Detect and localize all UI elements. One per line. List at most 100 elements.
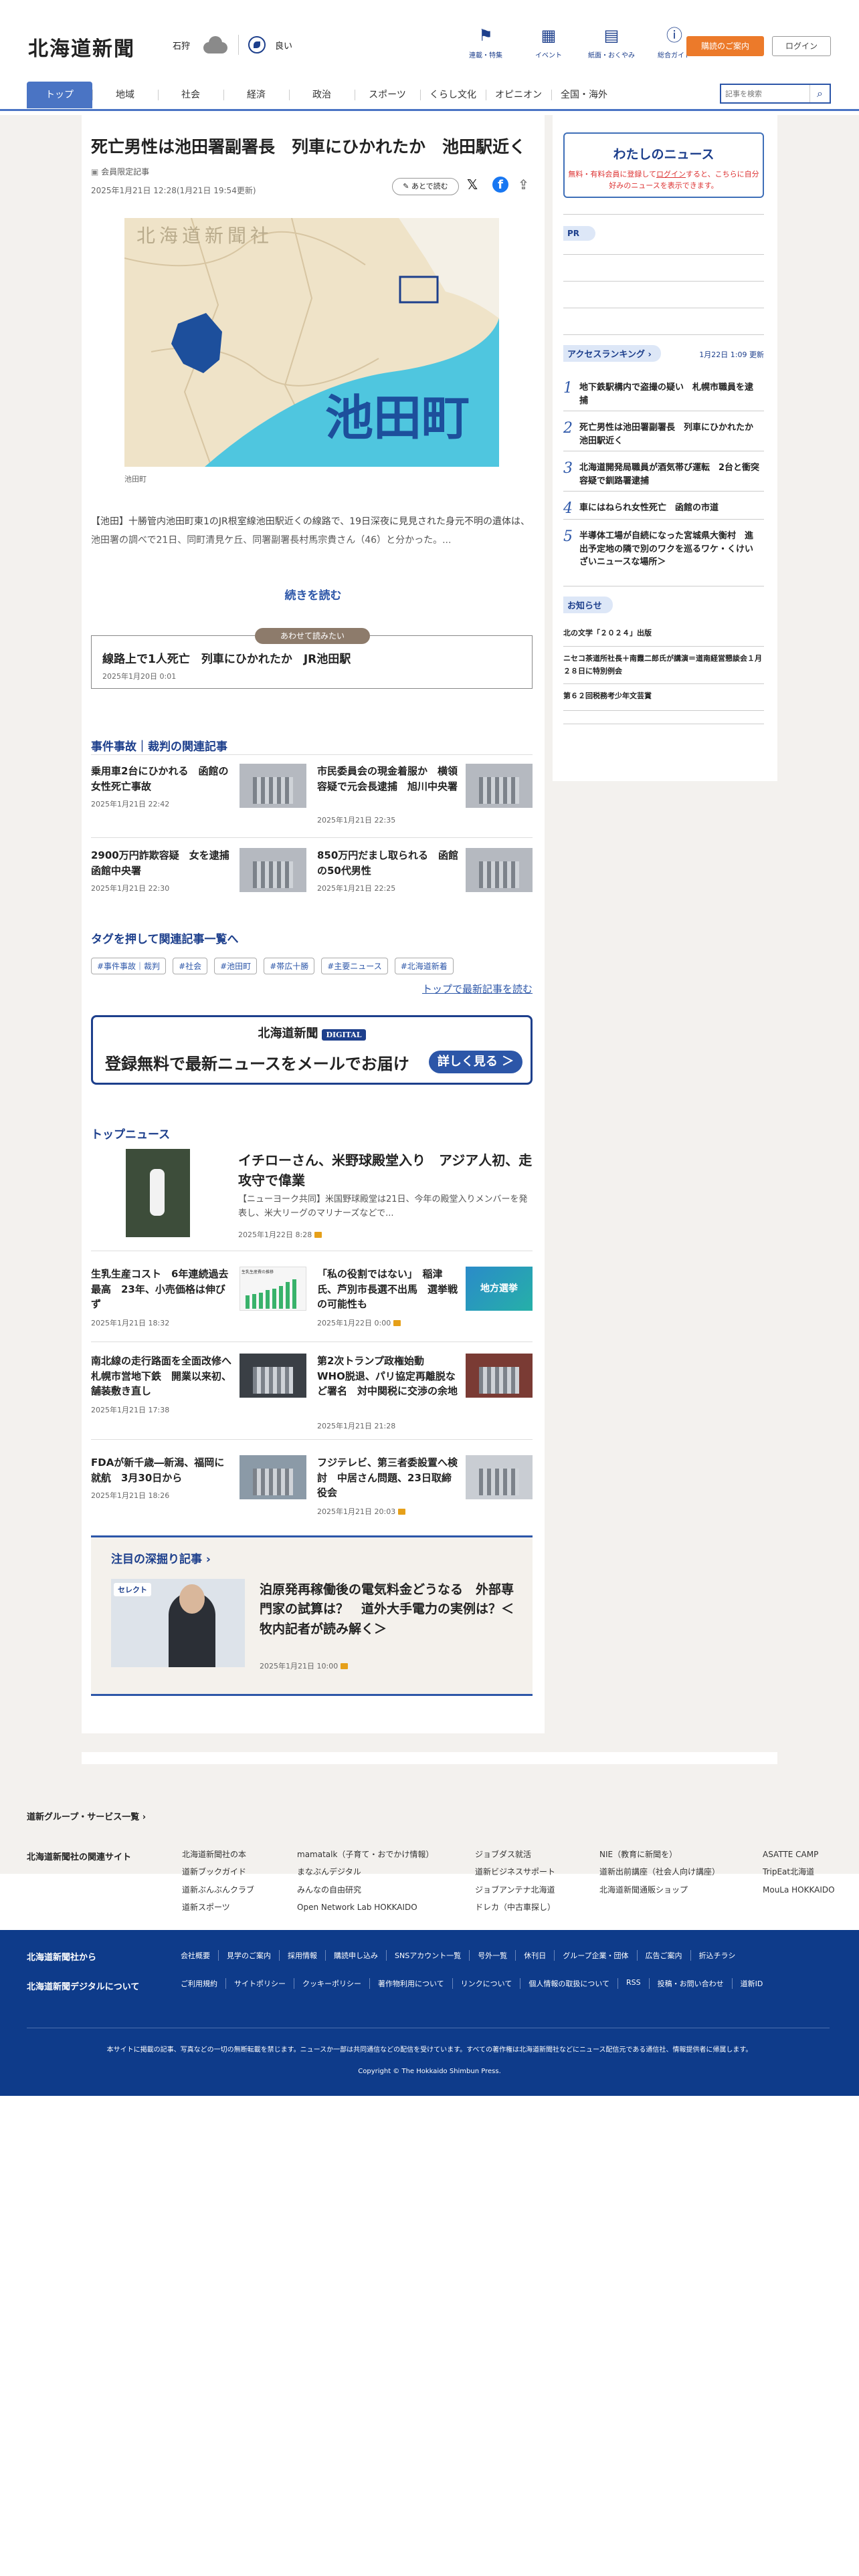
recommended-article[interactable]: あわせて読みたい 線路上で1人死亡 列車にひかれたか JR池田駅 2025年1月… [91, 628, 533, 689]
notice-item[interactable]: 第６２回税務考少年文芸賞 [563, 690, 764, 703]
footer-digital-title: 北海道新聞デジタルについて [27, 1982, 140, 1992]
divider [563, 254, 764, 255]
tag-chip[interactable]: #池田町 [214, 958, 258, 974]
tag-chip[interactable]: #社会 [173, 958, 208, 974]
login-button[interactable]: ログイン [772, 36, 831, 56]
site-footer: 北海道新聞社から 会社概要 見学のご案内 採用情報 購読申し込み SNSアカウント一覧号… [0, 1930, 859, 2096]
header-icon-links: ⚑ 連載・特集 ▦ イベント ▤ 紙面・おくやみ ⓘ 総合ガイド [462, 25, 698, 60]
my-news-box: わたしのニュース 無料・有料会員に登録してログインすると、こちらに自分好みのニュ… [563, 132, 764, 198]
nav-tab-national-world[interactable]: 全国・海外 [551, 82, 617, 108]
header-link-series[interactable]: ⚑ 連載・特集 [462, 25, 510, 60]
newsletter-banner[interactable]: 北海道新聞 DIGITAL 登録無料で最新ニュースをメールでお届け 詳しく見る ＞ [91, 1015, 533, 1085]
search-input[interactable] [721, 85, 809, 102]
divider [91, 837, 533, 838]
related-sites-col: ASATTE CAMP TripEat北海道 MouLa HOKKAIDO [763, 1850, 835, 1895]
subway-thumbnail [240, 1354, 306, 1398]
group-services-link[interactable]: 道新グループ・サービス一覧 › [27, 1810, 146, 1822]
search-icon[interactable]: ⌕ [809, 85, 830, 102]
featured-deep-dive[interactable]: 注目の深掘り記事 › セレクト 泊原発再稼働後の電気料金どうなる 外部専門家の試… [91, 1535, 533, 1696]
header-link-events[interactable]: ▦ イベント [524, 25, 573, 60]
pr-label: PR [563, 226, 595, 241]
nav-tab-region[interactable]: 地域 [92, 82, 158, 108]
ranking-item[interactable]: 5 半導体工場が自続になった宮城県大衡村 進出予定地の隣で別のワクを巡るワケ・くけ… [563, 528, 764, 575]
ranking-item[interactable]: 4 車にはねられ女性死亡 函館の市道 [563, 500, 764, 520]
article-map-image: 北海道新聞社 池田町 [124, 218, 499, 467]
nav-tab-sports[interactable]: スポーツ [355, 82, 420, 108]
trump-thumbnail [466, 1354, 533, 1398]
divider [563, 710, 764, 711]
footer-company-links: 会社概要 見学のご案内 採用情報 購読申し込み SNSアカウント一覧 号外一覧 休刊日 グルー… [181, 1950, 830, 1961]
top-news-item[interactable]: 「私の役割ではない」 稲津氏、芦別市長選不出馬 選挙戦の可能性も 2025年1月… [317, 1267, 533, 1327]
top-news-item[interactable]: 生乳生産コスト 6年連続過去最高 23年、小売価格は伸びず 2025年1月21日… [91, 1267, 306, 1327]
article-date: 2025年1月21日 12:28(1月21日 19:54更新) [91, 186, 256, 195]
divider [563, 214, 764, 215]
notice-item[interactable]: 北の文学「２０２４」出版 [563, 627, 764, 640]
chart-thumbnail-bars [246, 1279, 296, 1309]
notice-item[interactable]: ニセコ茶道所社長＋南霞二郎氏が講演＝道南経営懇談会１月２８日に特別例会 [563, 653, 764, 677]
newspaper-icon: ▤ [603, 26, 619, 45]
divider [91, 1341, 533, 1342]
tag-chip[interactable]: #主要ニュース [321, 958, 388, 974]
select-logo: セレクト [114, 1583, 151, 1596]
related-item[interactable]: 乗用車2台にひかれる 函館の女性死亡事故 2025年1月21日 22:42 [91, 764, 306, 824]
tag-chip[interactable]: #北海道新着 [394, 958, 454, 974]
building-thumbnail [466, 1455, 533, 1499]
divider [91, 1439, 533, 1440]
nav-tab-opinion[interactable]: オピニオン [486, 82, 551, 108]
ranking-title[interactable]: アクセスランキング › [563, 345, 661, 362]
article-title: 死亡男性は池田署副署長 列車にひかれたか 池田駅近く [91, 137, 527, 156]
top-news-item[interactable]: FDAが新千歳―新潟、福岡に就航 3月30日から 2025年1月21日 18:2… [91, 1455, 306, 1515]
divider [563, 519, 764, 520]
related-item[interactable]: 市民委員会の現金着服か 横領容疑で元会長逮捕 旭川中央署 2025年1月21日 … [317, 764, 533, 825]
chevron-right-icon: › [142, 1812, 147, 1822]
deep-dive-photo: セレクト [111, 1579, 245, 1667]
top-news-item[interactable]: フジテレビ、第三者委設置へ検討 中居さん問題、23日取締役会 2025年1月21… [317, 1455, 533, 1516]
site-logo[interactable]: 北海道新聞 [28, 32, 135, 62]
tag-chip[interactable]: #事件事故｜裁判 [91, 958, 167, 974]
banner-logo: 北海道新聞 DIGITAL [93, 1024, 531, 1041]
my-news-login-link[interactable]: ログイン [656, 170, 686, 179]
recommend-tag: あわせて読みたい [255, 628, 370, 644]
nav-tab-economy[interactable]: 経済 [223, 82, 289, 108]
top-news-item[interactable]: 南北線の走行路面を全面改修へ 札幌市営地下鉄 開業以来初、舗装敷き直し 2025… [91, 1354, 306, 1427]
my-news-text: 無料・有料会員に登録してログインすると、こちらに自分好みのニュースを表示できます… [568, 170, 759, 190]
copyright: Copyright © The Hokkaido Shimbun Press. [358, 2068, 501, 2075]
x-share-icon[interactable]: 𝕏 [467, 177, 478, 193]
read-later-button[interactable]: ✎ あとで読む [392, 178, 459, 195]
notice-heading: お知らせ [563, 597, 613, 613]
nav-tab-politics[interactable]: 政治 [289, 82, 355, 108]
related-heading[interactable]: 事件事故｜裁判の関連記事 [91, 737, 227, 754]
tag-chip[interactable]: #帯広十勝 [264, 958, 315, 974]
latest-news-link[interactable]: トップで最新記事を読む [361, 982, 533, 996]
footer-separator-bar [82, 1752, 777, 1764]
lock-icon: ▣ [91, 167, 99, 177]
weather-widget[interactable]: 石狩 良い [173, 35, 292, 55]
top-news-lead-summary: 【ニューヨーク共同】米国野球殿堂は21日、今年の殿堂入りメンバーを発表し、米大リ… [238, 1194, 528, 1218]
nav-tab-life-culture[interactable]: くらし文化 [420, 82, 486, 108]
ranking-header: アクセスランキング › 1月22日 1:09 更新 [563, 345, 764, 362]
divider [238, 35, 240, 55]
related-item[interactable]: 850万円だまし取られる 函館の50代男性 2025年1月21日 22:25 [317, 848, 533, 908]
nav-tab-top[interactable]: トップ [27, 82, 92, 108]
share-icon[interactable]: ⇪ [518, 177, 529, 193]
facebook-share-icon[interactable]: f [492, 177, 508, 193]
ranking-item[interactable]: 2 死亡男性は池田署副署長 列車にひかれたか 池田駅近く [563, 420, 764, 453]
banner-button[interactable]: 詳しく見る ＞ [429, 1051, 522, 1073]
related-item[interactable]: 2900万円詐欺容疑 女を逮捕 函館中央署 2025年1月21日 22:30 [91, 848, 306, 908]
deep-dive-title: 泊原発再稼働後の電気料金どうなる 外部専門家の試算は？ 道外大手電力の実例は？＜… [260, 1582, 514, 1636]
read-more-link[interactable]: 続きを読む [0, 586, 626, 603]
related-sites-col: NIE（教育に新聞を） 道新出前講座（社会人向け講座） 北海道新聞通販ショップ [599, 1850, 721, 1895]
help-icon: ⓘ [666, 26, 682, 45]
related-sites-col: 北海道新聞社の本 道新ブックガイド 道新ぶんぶんクラブ 道新スポーツ [182, 1850, 255, 1913]
recommend-date: 2025年1月20日 0:01 [102, 672, 177, 681]
ranking-item[interactable]: 3 北海道開発局職員が酒気帯び運転 2台と衝突 容疑で釧路署逮捕 [563, 460, 768, 494]
map-graphic: 北海道新聞社 池田町 [124, 218, 499, 467]
top-news-lead-title[interactable]: イチローさん、米野球殿堂入り アジア人初、走攻守で偉業 [238, 1150, 533, 1190]
premium-lock-icon [398, 1509, 406, 1515]
subscribe-button[interactable]: 購読のご案内 [686, 36, 764, 56]
header-link-paper[interactable]: ▤ 紙面・おくやみ [587, 25, 636, 60]
top-news-item[interactable]: 第2次トランプ政権始動 WHO脱退、パリ協定再離脱など署名 対中関税に交渉の余地… [317, 1354, 533, 1430]
ranking-item[interactable]: 1 地下鉄駅構内で盗撮の疑い 札幌市職員を逮捕 [563, 380, 764, 413]
site-header: 北海道新聞 石狩 良い ⚑ 連載・特集 ▦ イベント ▤ 紙面・おくやみ ⓘ 総合ガイド… [0, 0, 859, 72]
nav-tab-society[interactable]: 社会 [158, 82, 223, 108]
